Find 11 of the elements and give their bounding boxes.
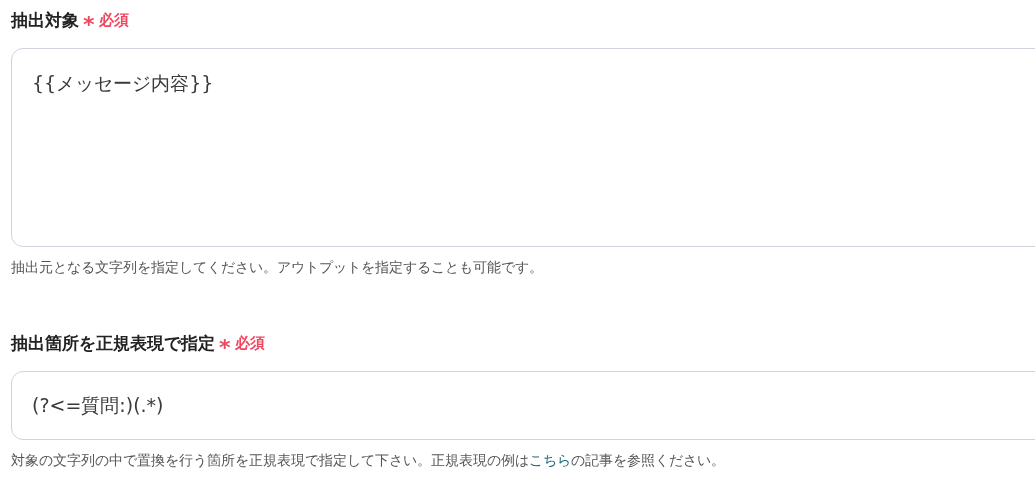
help-text: 対象の文字列の中で置換を行う箇所を正規表現で指定して下さい。正規表現の例は こちらの記事を参照ください。 — [11, 452, 726, 470]
article-link[interactable]: こちら — [529, 452, 571, 468]
required-asterisk: * — [83, 14, 95, 36]
field-label: 抽出箇所を正規表現で指定 — [11, 331, 215, 355]
input-field[interactable]: (?<=質問:)(.*) — [11, 371, 1035, 440]
text-area[interactable]: {{メッセージ内容}} — [11, 48, 1035, 247]
required-label: 必須 — [98, 10, 129, 30]
field-label: 抽出対象 — [11, 8, 79, 32]
help-text: 抽出元となる文字列を指定してください。アウトプットを指定することも可能です。 — [11, 259, 544, 277]
required-label: 必須 — [234, 333, 265, 353]
required-asterisk: * — [219, 337, 231, 359]
